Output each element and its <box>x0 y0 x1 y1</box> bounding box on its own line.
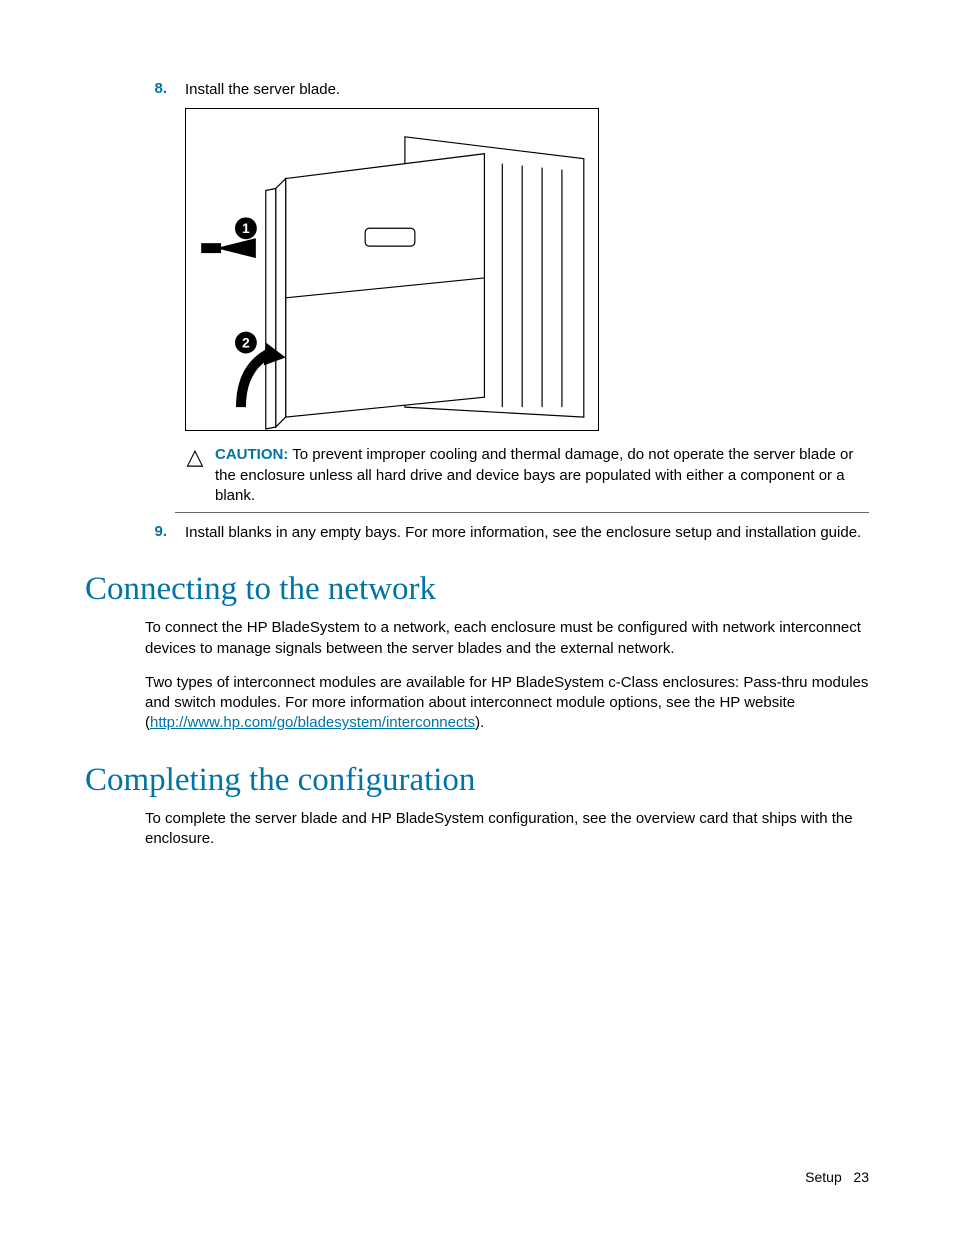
caution-label: CAUTION: <box>215 446 288 463</box>
caution-text: CAUTION: To prevent improper cooling and… <box>215 445 869 506</box>
paragraph-network-2: Two types of interconnect modules are av… <box>145 673 869 734</box>
page-footer: Setup 23 <box>805 1169 869 1185</box>
paragraph-network-1: To connect the HP BladeSystem to a netwo… <box>145 618 869 659</box>
text-segment: ). <box>475 714 484 731</box>
heading-completing: Completing the configuration <box>85 762 869 799</box>
interconnects-link[interactable]: http://www.hp.com/go/bladesystem/interco… <box>150 714 475 731</box>
footer-section: Setup <box>805 1169 842 1185</box>
caution-icon: △ <box>175 445 215 506</box>
caution-body: To prevent improper cooling and thermal … <box>215 446 853 504</box>
step-text: Install the server blade. <box>185 80 869 100</box>
caution-block: △ CAUTION: To prevent improper cooling a… <box>175 441 869 513</box>
paragraph-completing: To complete the server blade and HP Blad… <box>145 809 869 850</box>
step-text: Install blanks in any empty bays. For mo… <box>185 523 869 543</box>
svg-text:1: 1 <box>242 220 250 236</box>
step-number: 9. <box>85 523 185 543</box>
footer-page-number: 23 <box>853 1169 869 1185</box>
svg-text:2: 2 <box>242 335 250 351</box>
step-9: 9. Install blanks in any empty bays. For… <box>85 523 869 543</box>
step-number: 8. <box>85 80 185 100</box>
blade-install-figure: 1 2 <box>185 108 599 431</box>
heading-connecting: Connecting to the network <box>85 571 869 608</box>
step-8: 8. Install the server blade. <box>85 80 869 100</box>
